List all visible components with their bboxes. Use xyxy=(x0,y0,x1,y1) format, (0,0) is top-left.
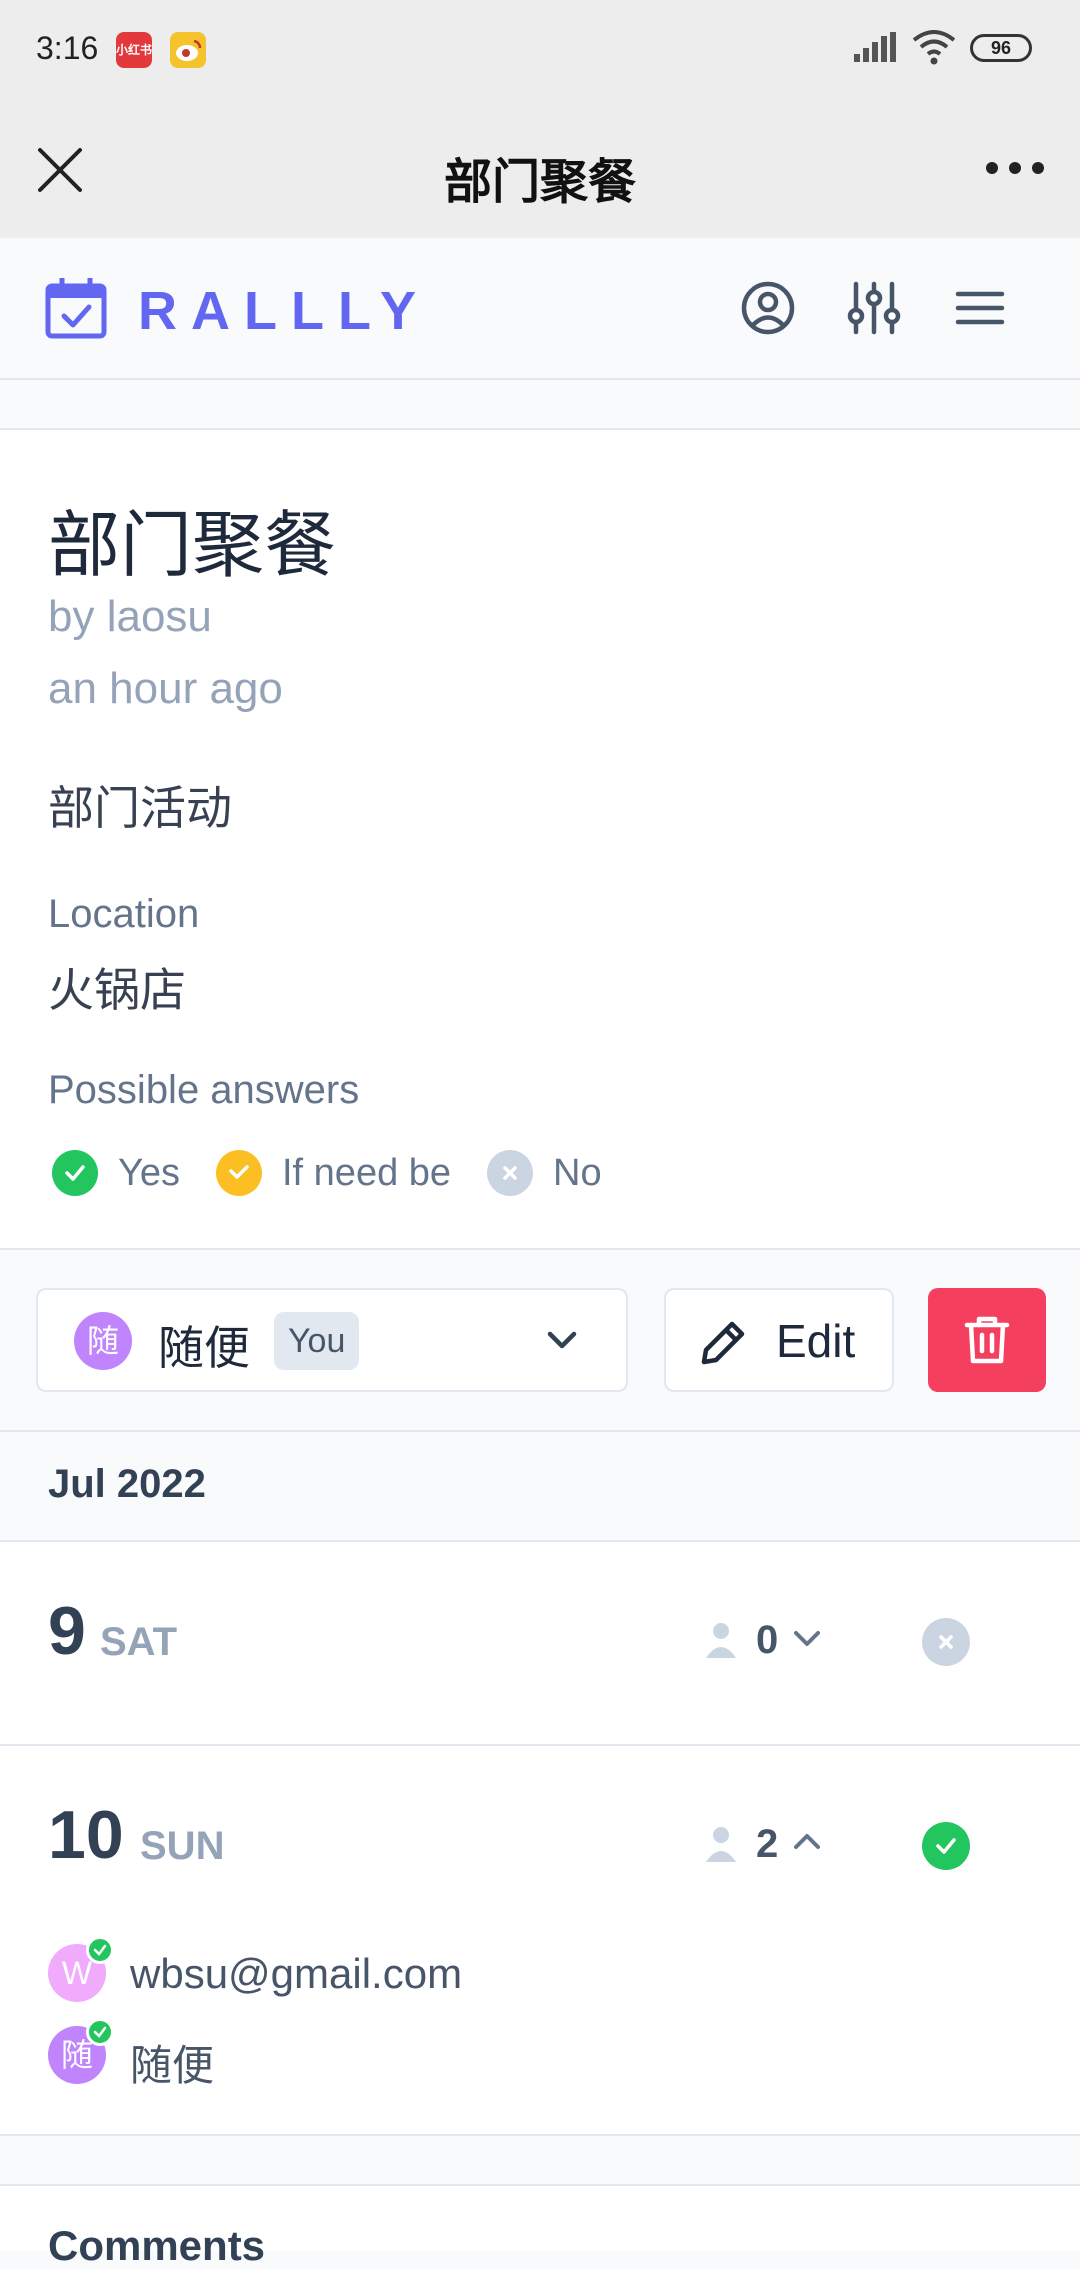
check-icon xyxy=(922,1822,970,1870)
participant-controls: 随 随便 You Edit xyxy=(0,1250,1080,1432)
participant-count: 2 xyxy=(756,1822,779,1866)
chevron-up-icon[interactable] xyxy=(790,1824,824,1858)
location-label: Location xyxy=(48,892,200,936)
signal-icon xyxy=(854,32,896,62)
battery-indicator: 96 xyxy=(970,34,1032,62)
check-icon xyxy=(216,1150,262,1196)
weibo-app-icon xyxy=(170,32,206,68)
date-option-row[interactable]: 10 SUN 2 W wbsu@gmail.com 随 随便 xyxy=(0,1746,1080,2136)
brand-logo-text[interactable]: RALLLY xyxy=(138,280,430,342)
answer-no: No xyxy=(487,1150,602,1196)
webview-title-bar: 部门聚餐 xyxy=(0,100,1080,238)
chevron-down-icon[interactable] xyxy=(790,1622,824,1656)
poll-description: 部门活动 xyxy=(48,782,232,834)
webview-title: 部门聚餐 xyxy=(443,156,636,209)
participant-name: 随便 xyxy=(130,2042,215,2089)
participant-select[interactable]: 随 随便 You xyxy=(36,1288,628,1392)
status-time: 3:16 xyxy=(36,30,99,66)
wifi-icon xyxy=(912,30,956,65)
edit-button[interactable]: Edit xyxy=(664,1288,894,1392)
app-header: RALLLY xyxy=(0,238,1080,380)
poll-title: 部门聚餐 xyxy=(48,506,337,586)
participant-count: 0 xyxy=(756,1618,779,1662)
check-icon xyxy=(86,2018,114,2046)
delete-button[interactable] xyxy=(928,1288,1046,1392)
check-icon xyxy=(86,1936,114,1964)
x-icon xyxy=(922,1618,970,1666)
status-bar: 3:16 小红书 96 xyxy=(0,0,1080,100)
pencil-icon xyxy=(701,1321,745,1365)
option-day: 9 xyxy=(48,1593,86,1669)
poll-created-time: an hour ago xyxy=(48,664,283,713)
adjustments-icon[interactable] xyxy=(842,276,906,340)
answer-yes-label: Yes xyxy=(118,1151,180,1194)
date-option-row[interactable]: 9 SAT 0 xyxy=(0,1542,1080,1746)
chevron-down-icon xyxy=(547,1331,577,1349)
menu-icon[interactable] xyxy=(948,276,1012,340)
option-day: 10 xyxy=(48,1797,124,1873)
option-weekday: SAT xyxy=(100,1620,178,1664)
answer-no-label: No xyxy=(553,1151,602,1194)
xiaohongshu-app-icon: 小红书 xyxy=(116,32,152,68)
answer-if-need-be: If need be xyxy=(216,1150,451,1196)
possible-answers-legend: Yes If need be No xyxy=(52,1150,638,1196)
participant-name: 随便 xyxy=(158,1322,250,1374)
answer-if-need-be-label: If need be xyxy=(282,1151,452,1194)
month-header: Jul 2022 xyxy=(0,1432,1080,1542)
poll-details-card: 部门聚餐 by laosu an hour ago 部门活动 Location … xyxy=(0,428,1080,1250)
more-options-icon[interactable] xyxy=(980,148,1050,188)
x-icon xyxy=(487,1150,534,1196)
month-label: Jul 2022 xyxy=(48,1462,206,1506)
comments-section: Comments xyxy=(0,2184,1080,2269)
participant-name: wbsu@gmail.com xyxy=(130,1950,463,1997)
location-value: 火锅店 xyxy=(48,964,186,1016)
calendar-check-icon[interactable] xyxy=(44,276,108,340)
you-badge: You xyxy=(274,1312,360,1370)
option-weekday: SUN xyxy=(140,1824,225,1868)
poll-author: by laosu xyxy=(48,592,212,641)
possible-answers-label: Possible answers xyxy=(48,1068,360,1112)
user-circle-icon[interactable] xyxy=(736,276,800,340)
edit-button-label: Edit xyxy=(776,1315,856,1367)
comments-title: Comments xyxy=(48,2222,266,2269)
trash-icon xyxy=(964,1316,1010,1364)
avatar: 随 xyxy=(74,1312,132,1370)
answer-yes: Yes xyxy=(52,1150,180,1196)
person-icon xyxy=(706,1623,736,1658)
check-icon xyxy=(52,1150,98,1196)
person-icon xyxy=(706,1827,736,1862)
